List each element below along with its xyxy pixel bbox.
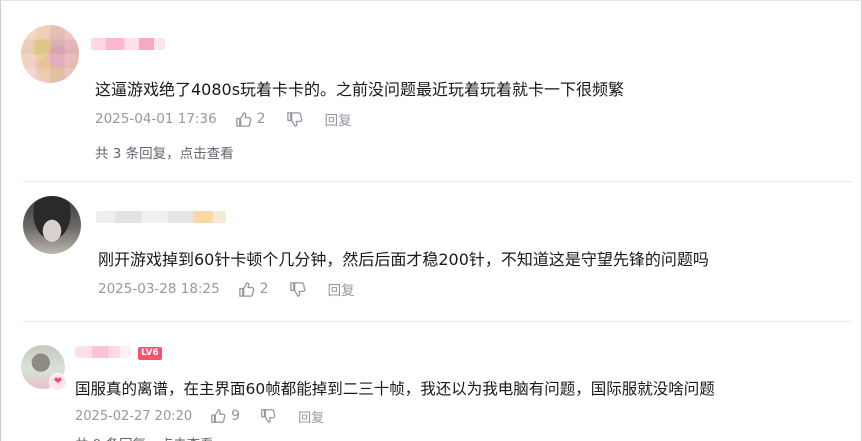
comment-section: 这逼游戏绝了4080s玩着卡卡的。之前没问题最近玩着玩着就卡一下很频繁 2025… <box>0 0 862 441</box>
comment-text: 刚开游戏掉到60针卡顿个几分钟，然后后面才稳200针，不知道这是守望先锋的问题吗 <box>98 250 709 269</box>
like-button[interactable]: 2 <box>235 111 266 128</box>
comment-date: 2025-04-01 17:36 <box>95 111 217 127</box>
like-count: 9 <box>231 408 241 424</box>
divider <box>23 321 851 322</box>
reply-button[interactable]: 回复 <box>328 279 355 299</box>
like-count: 2 <box>259 281 269 297</box>
level-badge: LV6 <box>138 347 162 360</box>
like-count: 2 <box>256 111 266 127</box>
like-button[interactable]: 9 <box>210 408 240 424</box>
thumbs-down-icon <box>286 111 302 127</box>
comment-date: 2025-03-28 18:25 <box>98 281 220 297</box>
dislike-button[interactable] <box>260 408 276 424</box>
comment-meta: 2025-03-28 18:25 2 回复 <box>98 279 355 299</box>
dislike-button[interactable] <box>286 111 303 128</box>
thumbs-up-icon <box>211 409 226 423</box>
avatar[interactable] <box>23 196 81 254</box>
comment-meta: 2025-04-01 17:36 2 回复 <box>95 109 352 129</box>
thumbs-down-icon <box>261 409 276 423</box>
avatar[interactable] <box>21 25 79 83</box>
thumbs-down-icon <box>289 281 305 297</box>
avatar-mosaic <box>21 25 79 83</box>
view-replies-link[interactable]: 共 3 条回复，点击查看 <box>95 142 234 162</box>
username-blurred[interactable] <box>96 211 226 223</box>
username-blurred[interactable] <box>91 38 165 50</box>
divider <box>23 181 851 182</box>
thumbs-up-icon <box>235 111 252 127</box>
comment-text: 这逼游戏绝了4080s玩着卡卡的。之前没问题最近玩着玩着就卡一下很频繁 <box>95 80 625 99</box>
comment-date: 2025-02-27 20:20 <box>75 408 193 424</box>
comment-text: 国服真的离谱，在主界面60帧都能掉到二三十帧，我还以为我电脑有问题，国际服就没啥… <box>75 380 715 398</box>
reply-button[interactable]: 回复 <box>325 109 352 129</box>
reply-button[interactable]: 回复 <box>298 407 324 426</box>
view-replies-link[interactable]: 共 9 条回复，点击查看 <box>75 433 214 441</box>
comment-meta: 2025-02-27 20:20 9 回复 <box>75 406 324 426</box>
thumbs-up-icon <box>238 281 255 297</box>
dislike-button[interactable] <box>289 281 306 298</box>
like-button[interactable]: 2 <box>238 281 269 298</box>
username-blurred[interactable] <box>75 346 131 358</box>
heart-badge-icon: ❤ <box>49 373 67 391</box>
